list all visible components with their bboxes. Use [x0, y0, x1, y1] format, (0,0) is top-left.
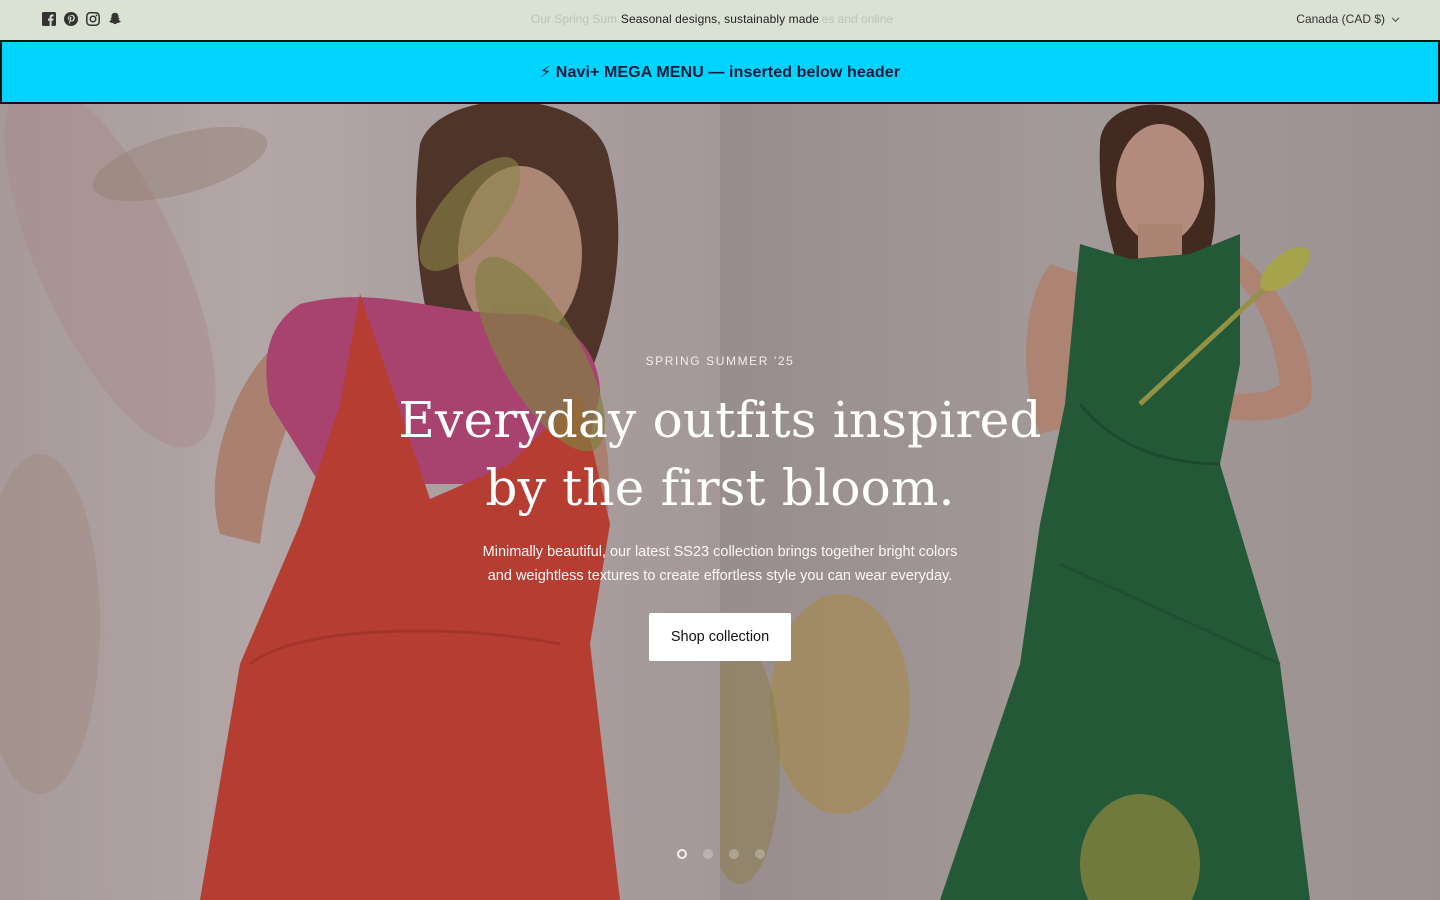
- hero-subtext-line2: and weightless textures to create effort…: [487, 568, 953, 584]
- hero-slideshow: SPRING SUMMER '25 Everyday outfits inspi…: [0, 104, 1440, 900]
- announcement-bar: Our Spring Sum ores and online Seasonal …: [0, 0, 1440, 40]
- navi-banner-text: ⚡ Navi+ MEGA MENU — inserted below heade…: [539, 64, 901, 81]
- hero-kicker: SPRING SUMMER '25: [645, 354, 795, 368]
- hero-content: SPRING SUMMER '25 Everyday outfits inspi…: [0, 354, 1440, 661]
- slide-dot-3[interactable]: [729, 849, 739, 859]
- hero-headline-line1: Everyday outfits inspired: [398, 391, 1042, 449]
- slideshow-dots: [0, 849, 1440, 859]
- locale-label: Canada (CAD $): [1296, 12, 1385, 26]
- hero-subtext-line1: Minimally beautiful, our latest SS23 col…: [482, 544, 958, 560]
- chevron-down-icon: [1391, 16, 1400, 22]
- slide-dot-2[interactable]: [703, 849, 713, 859]
- navi-mega-menu-banner: ⚡ Navi+ MEGA MENU — inserted below heade…: [0, 40, 1440, 104]
- shop-collection-button[interactable]: Shop collection: [649, 613, 791, 661]
- slide-dot-1[interactable]: [677, 849, 687, 859]
- locale-selector[interactable]: Canada (CAD $): [1296, 12, 1400, 26]
- hero-headline-line2: by the first bloom.: [485, 459, 955, 517]
- announcement-label: Seasonal designs, sustainably made: [618, 12, 822, 26]
- slide-dot-4[interactable]: [755, 849, 765, 859]
- announcement-text: Seasonal designs, sustainably made: [0, 12, 1440, 26]
- hero-headline: Everyday outfits inspired by the first b…: [0, 386, 1440, 522]
- hero-subtext: Minimally beautiful, our latest SS23 col…: [0, 540, 1440, 588]
